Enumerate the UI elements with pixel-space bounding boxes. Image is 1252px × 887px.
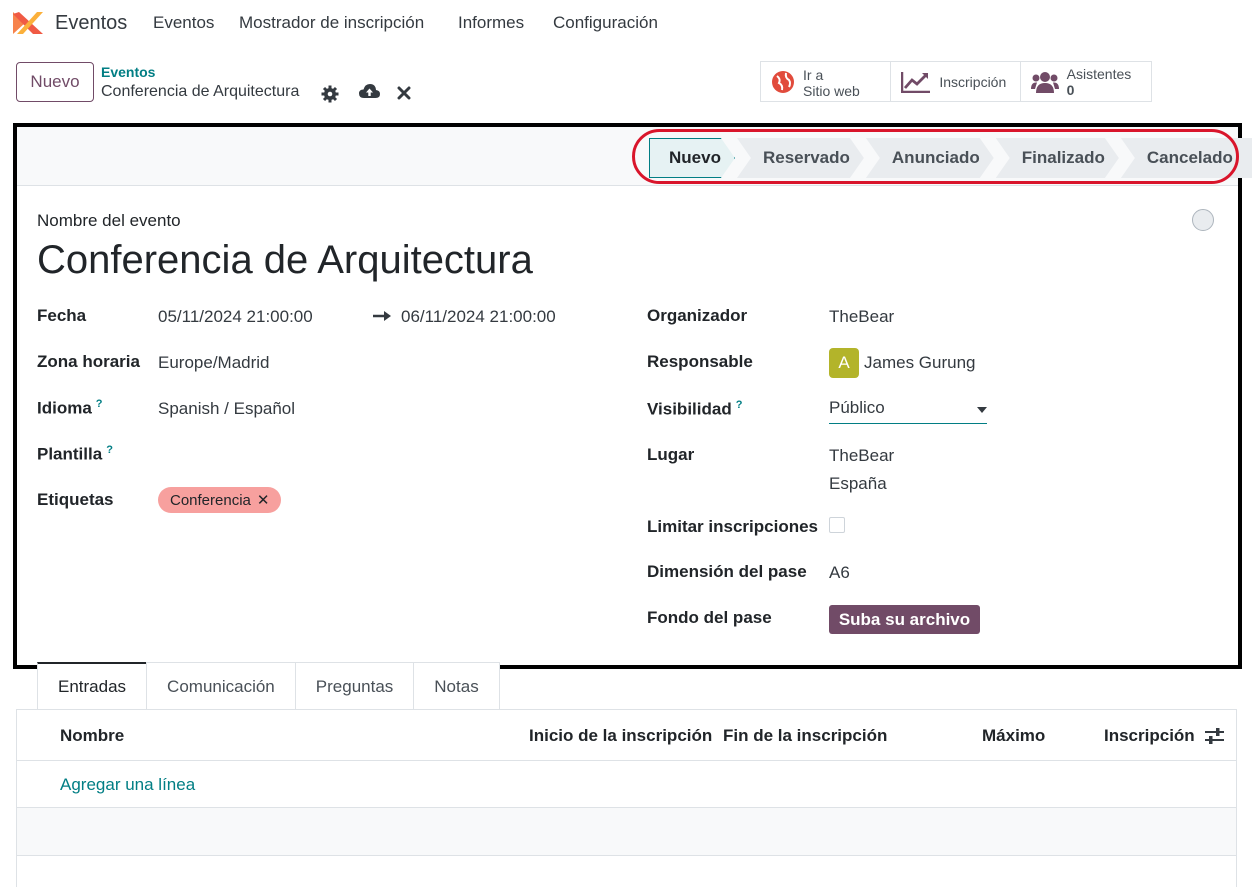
tab-comunicacion[interactable]: Comunicación (146, 662, 296, 710)
language-label-text: Idioma (37, 398, 92, 418)
cloud-upload-icon[interactable] (359, 83, 380, 101)
organizer-field[interactable]: TheBear (829, 307, 894, 327)
tickets-list: Nombre Inicio de la inscripción Fin de l… (16, 709, 1237, 887)
globe-icon (772, 70, 794, 93)
status-step-nuevo[interactable]: Nuevo (649, 138, 735, 178)
form-sheet: Nuevo Reservado Anunciado Finalizado Can… (13, 123, 1252, 669)
menu-mostrador[interactable]: Mostrador de inscripción (239, 13, 424, 33)
column-inicio-inscripcion[interactable]: Inicio de la inscripción (529, 726, 712, 746)
column-maximo[interactable]: Máximo (982, 726, 1045, 746)
attendees-count: 0 (1066, 81, 1075, 98)
menu-informes[interactable]: Informes (458, 13, 524, 33)
statusbar-row: Nuevo Reservado Anunciado Finalizado Can… (17, 127, 1252, 186)
responsible-label: Responsable (647, 352, 753, 371)
status-step-finalizado[interactable]: Finalizado (996, 138, 1119, 178)
tag-remove-icon[interactable]: ✕ (257, 491, 270, 509)
template-label-text: Plantilla (37, 444, 103, 464)
language-help-icon[interactable]: ? (96, 398, 103, 410)
kanban-state-indicator[interactable] (1192, 209, 1214, 231)
website-smart-button[interactable]: Ir a Sitio web (761, 62, 892, 101)
column-nombre[interactable]: Nombre (60, 726, 124, 746)
status-step-reservado[interactable]: Reservado (737, 138, 864, 178)
add-line-link[interactable]: Agregar una línea (60, 775, 195, 795)
visibility-label: Visibilidad? (647, 399, 742, 420)
badge-size-select[interactable]: A6 (829, 563, 850, 583)
date-start-input[interactable]: 05/11/2024 21:00:00 (158, 307, 313, 327)
tags-label: Etiquetas (37, 490, 114, 509)
event-name-input[interactable]: Conferencia de Arquitectura (37, 238, 533, 283)
upload-file-button[interactable]: Suba su archivo (829, 605, 980, 634)
chart-line-icon (901, 71, 931, 93)
menu-eventos[interactable]: Eventos (153, 13, 214, 33)
events-app-icon[interactable] (11, 10, 45, 36)
gear-icon[interactable] (321, 85, 339, 103)
users-icon (1030, 71, 1059, 93)
venue-label: Lugar (647, 445, 695, 464)
timezone-select[interactable]: Europe/Madrid (158, 353, 270, 373)
list-header: Nombre Inicio de la inscripción Fin de l… (17, 710, 1236, 761)
menu-configuracion[interactable]: Configuración (553, 13, 658, 33)
event-name-label: Nombre del evento (37, 211, 181, 230)
venue-line1[interactable]: TheBear (829, 446, 894, 466)
column-settings-sliders-icon[interactable] (1205, 727, 1224, 745)
status-step-cancelado[interactable]: Cancelado (1120, 138, 1252, 178)
organizer-label: Organizador (647, 306, 748, 325)
visibility-help-icon[interactable]: ? (736, 399, 743, 411)
badge-background-label: Fondo del pase (647, 608, 772, 627)
date-label: Fecha (37, 306, 87, 325)
tab-notas[interactable]: Notas (413, 662, 500, 710)
date-end-input[interactable]: 06/11/2024 21:00:00 (401, 307, 556, 327)
template-help-icon[interactable]: ? (106, 444, 113, 456)
attendees-label: Asistentes (1066, 65, 1132, 82)
status-step-anunciado[interactable]: Anunciado (866, 138, 994, 178)
limit-registrations-label: Limitar inscripciones (647, 517, 818, 536)
language-select[interactable]: Spanish / Español (158, 399, 295, 419)
tab-preguntas[interactable]: Preguntas (294, 662, 415, 710)
statusbar: Nuevo Reservado Anunciado Finalizado Can… (649, 138, 1252, 180)
smart-buttons: Ir a Sitio web Inscripción Asistentes 0 (760, 61, 1152, 102)
new-button[interactable]: Nuevo (16, 62, 94, 102)
tab-entradas[interactable]: Entradas (37, 662, 148, 710)
website-line1: Ir a (803, 66, 824, 83)
avatar: A (829, 348, 859, 378)
top-navbar: Eventos Eventos Mostrador de inscripción… (0, 0, 1252, 46)
breadcrumb-parent[interactable]: Eventos (101, 64, 155, 80)
limit-registrations-checkbox[interactable] (829, 517, 845, 533)
chevron-down-icon (977, 407, 987, 413)
breadcrumb-current: Conferencia de Arquitectura (101, 83, 300, 100)
discard-close-icon[interactable] (397, 86, 411, 100)
timezone-label: Zona horaria (37, 352, 140, 371)
list-item: Agregar una línea (17, 761, 1236, 808)
visibility-value: Público (829, 398, 885, 417)
attendees-smart-button[interactable]: Asistentes 0 (1021, 62, 1151, 101)
column-fin-inscripcion[interactable]: Fin de la inscripción (723, 726, 887, 746)
visibility-label-text: Visibilidad (647, 399, 732, 419)
column-inscripcion[interactable]: Inscripción (1104, 726, 1195, 746)
tag-label: Conferencia (170, 491, 251, 509)
registration-label: Inscripción (939, 73, 1007, 90)
template-label: Plantilla? (37, 444, 113, 465)
list-empty-row (17, 808, 1236, 856)
arrow-right-icon (373, 311, 391, 321)
tag-conferencia[interactable]: Conferencia ✕ (158, 487, 282, 513)
app-name[interactable]: Eventos (55, 12, 127, 35)
website-line2: Sitio web (803, 82, 860, 99)
venue-line2: España (829, 474, 887, 493)
visibility-select[interactable]: Público (829, 398, 987, 424)
language-label: Idioma? (37, 398, 103, 419)
responsible-field[interactable]: James Gurung (864, 353, 976, 373)
badge-size-label: Dimensión del pase (647, 562, 807, 581)
registration-smart-button[interactable]: Inscripción (891, 62, 1021, 101)
notebook-tabs: Entradas Comunicación Preguntas Notas (37, 662, 500, 710)
